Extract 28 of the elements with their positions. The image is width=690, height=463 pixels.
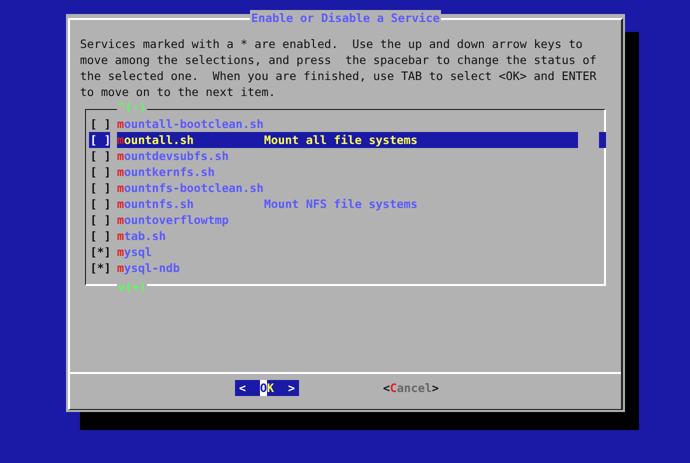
- service-name: mountoverflowtmp: [117, 212, 230, 228]
- checkbox[interactable]: [*]: [89, 244, 110, 260]
- service-name: mountdevsubfs.sh: [117, 148, 230, 164]
- service-description: Mount all file systems: [264, 132, 419, 148]
- checkbox[interactable]: [*]: [89, 260, 110, 276]
- service-name: mysql-ndb: [117, 260, 181, 276]
- checkbox[interactable]: [ ]: [89, 228, 110, 244]
- checkbox[interactable]: [ ]: [89, 196, 110, 212]
- service-name: mountall-bootclean.sh: [117, 116, 264, 132]
- checkbox[interactable]: [ ]: [89, 212, 110, 228]
- service-name: mtab.sh: [117, 228, 167, 244]
- checkbox[interactable]: [ ]: [89, 180, 110, 196]
- scroll-down-indicator: v(+): [117, 280, 147, 294]
- instructions-text: Services marked with a * are enabled. Use the up and down arrow keys to move among the selections, and press the spacebar to change the status of the selected one. When you are finished, use TAB to select <OK> and ENTER to move on to the next item.: [80, 36, 598, 100]
- service-description: Mount NFS file systems: [264, 196, 419, 212]
- checkbox[interactable]: [ ]: [89, 132, 110, 148]
- service-item[interactable]: mountall.sh Mount all file systems: [117, 132, 578, 148]
- checkbox[interactable]: [ ]: [89, 116, 110, 132]
- service-name: mountnfs-bootclean.sh: [117, 180, 264, 196]
- cancel-button[interactable]: <Cancel>: [382, 380, 439, 396]
- checkbox[interactable]: [ ]: [89, 164, 110, 180]
- scroll-up-indicator: ^(-): [117, 100, 147, 114]
- service-name: mountnfs.sh: [117, 196, 195, 212]
- checkbox[interactable]: [ ]: [89, 148, 110, 164]
- service-name: mountkernfs.sh: [117, 164, 216, 180]
- scroll-thumb[interactable]: [599, 132, 606, 148]
- service-name: mountall.sh: [117, 132, 195, 148]
- service-name: mysql: [117, 244, 153, 260]
